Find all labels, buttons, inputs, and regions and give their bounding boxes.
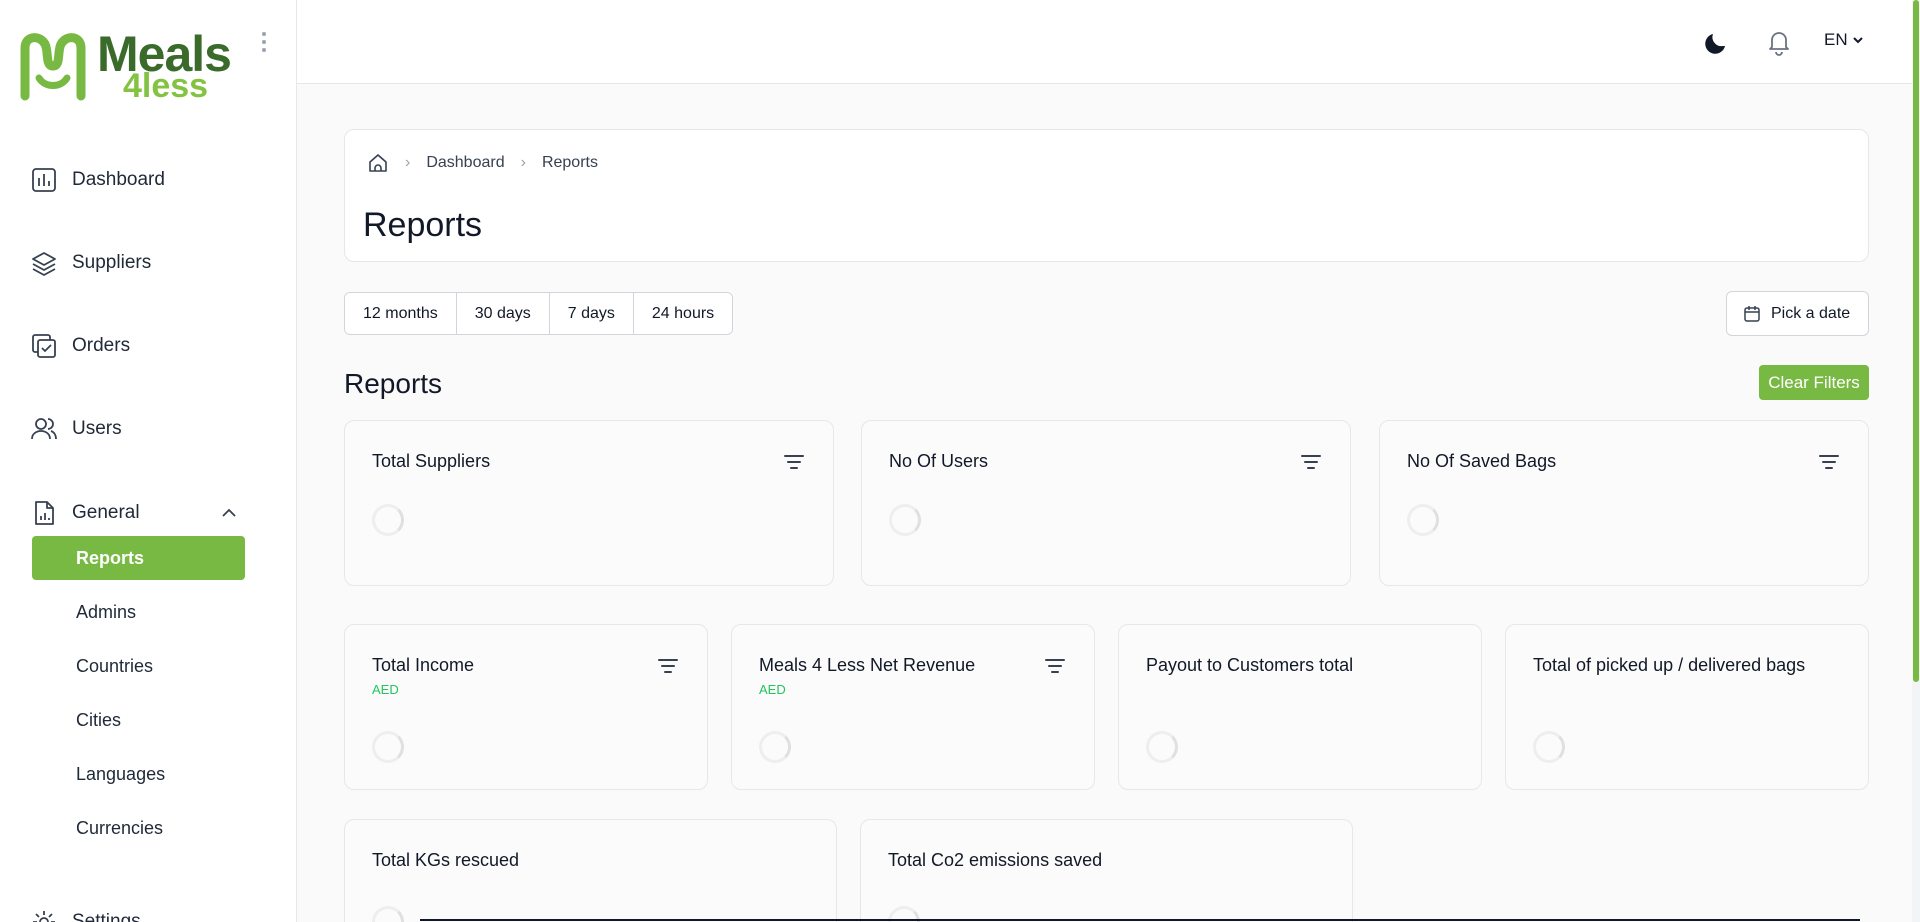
report-card-net-revenue: Meals 4 Less Net Revenue AED <box>731 624 1095 790</box>
sidebar-subitem-reports[interactable]: Reports <box>32 536 245 580</box>
sidebar-item-label: Orders <box>72 335 131 356</box>
sidebar-item-orders[interactable]: Orders <box>30 326 245 366</box>
bell-icon[interactable] <box>1765 28 1793 56</box>
card-title: Payout to Customers total <box>1146 655 1354 675</box>
sidebar-item-label: Settings <box>72 911 141 922</box>
calendar-icon <box>1744 305 1760 322</box>
loading-spinner <box>1407 504 1439 536</box>
sidebar-subitem-admins[interactable]: Admins <box>32 590 245 634</box>
report-card-co2-saved: Total Co2 emissions saved <box>860 819 1353 922</box>
topbar <box>297 0 1915 84</box>
sidebar-item-users[interactable]: Users <box>30 409 245 449</box>
card-title: No Of Saved Bags <box>1407 451 1557 471</box>
card-title: Total KGs rescued <box>372 850 520 870</box>
loading-spinner <box>1533 731 1565 763</box>
users-icon <box>31 418 57 440</box>
sidebar-item-dashboard[interactable]: Dashboard <box>30 160 245 200</box>
sidebar-item-suppliers[interactable]: Suppliers <box>30 243 245 283</box>
range-30-days-button[interactable]: 30 days <box>456 293 550 334</box>
logo[interactable]: Meals 4less <box>17 26 232 105</box>
card-title: Total Suppliers <box>372 451 491 471</box>
card-title: No Of Users <box>889 451 989 471</box>
page-title: Reports <box>363 206 483 244</box>
sidebar-subitem-languages[interactable]: Languages <box>32 752 245 796</box>
divider <box>420 919 1860 921</box>
sidebar-subitem-countries[interactable]: Countries <box>32 644 245 688</box>
report-card-no-of-users: No Of Users <box>861 420 1351 586</box>
chevron-right-icon: › <box>405 154 411 171</box>
section-title: Reports <box>344 368 443 399</box>
sidebar-item-settings[interactable]: Settings <box>30 902 245 922</box>
range-7-days-button[interactable]: 7 days <box>549 293 634 334</box>
loading-spinner <box>372 906 404 922</box>
filter-icon[interactable] <box>783 453 805 471</box>
clear-filters-button[interactable]: Clear Filters <box>1759 365 1869 400</box>
report-card-total-kgs-rescued: Total KGs rescued <box>344 819 837 922</box>
filter-icon[interactable] <box>1818 453 1840 471</box>
report-card-no-of-saved-bags: No Of Saved Bags <box>1379 420 1869 586</box>
file-chart-icon <box>35 501 54 525</box>
report-card-picked-up-bags: Total of picked up / delivered bags <box>1505 624 1869 790</box>
sidebar: Meals 4less Dashboard Suppliers Orders U… <box>0 0 297 922</box>
scrollbar-thumb[interactable] <box>1913 0 1919 682</box>
filter-icon[interactable] <box>1300 453 1322 471</box>
pick-date-label: Pick a date <box>1771 304 1851 322</box>
clipboard-check-icon <box>32 334 56 358</box>
bar-chart-icon <box>32 168 56 192</box>
card-title: Total Income <box>372 655 475 675</box>
chevron-down-icon <box>1852 37 1863 44</box>
card-title: Total of picked up / delivered bags <box>1533 655 1806 675</box>
report-card-total-suppliers: Total Suppliers <box>344 420 834 586</box>
page-header-card: › Dashboard › Reports Reports <box>344 129 1869 262</box>
loading-spinner <box>372 731 404 763</box>
currency-label: AED <box>759 682 786 697</box>
card-title: Total Co2 emissions saved <box>888 850 1103 870</box>
home-icon[interactable] <box>367 152 389 174</box>
filter-icon[interactable] <box>657 657 679 675</box>
sidebar-item-label: Suppliers <box>72 252 152 273</box>
time-range-selector: 12 months 30 days 7 days 24 hours <box>344 292 734 335</box>
report-card-total-income: Total Income AED <box>344 624 708 790</box>
loading-spinner <box>889 504 921 536</box>
layers-icon <box>32 252 56 276</box>
sidebar-subitem-currencies[interactable]: Currencies <box>32 806 245 850</box>
loading-spinner <box>1146 731 1178 763</box>
breadcrumb: › Dashboard › Reports <box>367 152 598 174</box>
range-12-months-button[interactable]: 12 months <box>345 293 457 334</box>
logo-text-4less: 4less <box>123 67 209 105</box>
currency-label: AED <box>372 682 399 697</box>
report-card-payout-to-customers: Payout to Customers total <box>1118 624 1482 790</box>
breadcrumb-dashboard[interactable]: Dashboard <box>426 154 504 172</box>
range-24-hours-button[interactable]: 24 hours <box>633 293 733 334</box>
gear-icon <box>33 911 55 922</box>
sidebar-menu-kebab-icon[interactable] <box>258 30 270 54</box>
chevron-up-icon[interactable] <box>220 504 238 522</box>
filter-icon[interactable] <box>1044 657 1066 675</box>
loading-spinner <box>372 504 404 536</box>
breadcrumb-reports: Reports <box>541 154 598 171</box>
sidebar-subitem-cities[interactable]: Cities <box>32 698 245 742</box>
logo-mark-icon <box>20 33 86 101</box>
card-title: Meals 4 Less Net Revenue <box>759 655 976 675</box>
language-selector[interactable]: EN <box>1824 30 1864 50</box>
sidebar-item-general[interactable]: General <box>30 493 245 533</box>
sidebar-item-label: General <box>72 502 140 523</box>
chevron-right-icon: › <box>520 154 526 171</box>
pick-date-button[interactable]: Pick a date <box>1726 291 1869 336</box>
loading-spinner <box>759 731 791 763</box>
sidebar-item-label: Users <box>72 418 122 439</box>
dark-mode-moon-icon[interactable] <box>1703 28 1731 56</box>
sidebar-item-label: Dashboard <box>72 169 165 190</box>
language-label: EN <box>1824 30 1848 49</box>
